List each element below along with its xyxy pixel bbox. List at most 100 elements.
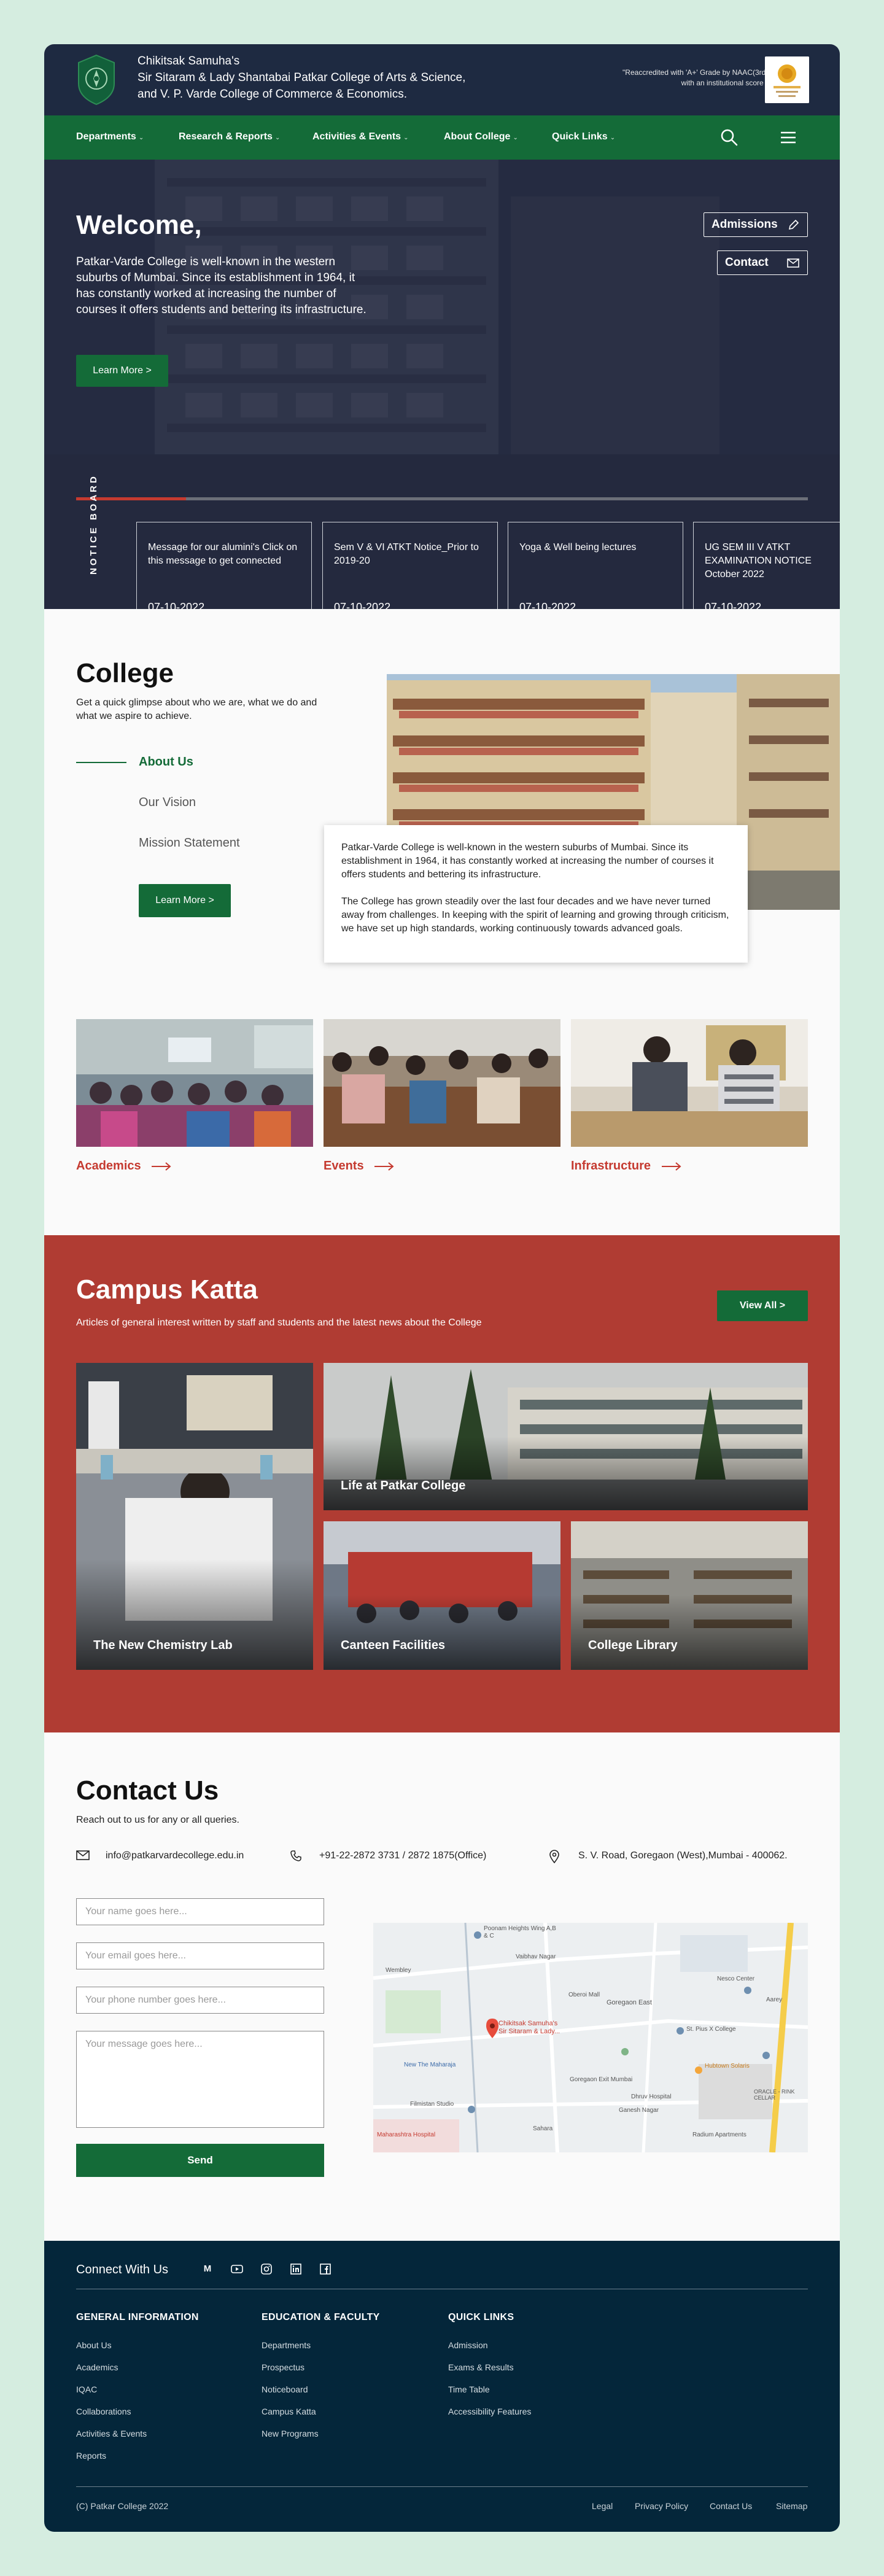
footer-link[interactable]: Time Table xyxy=(448,2384,490,2394)
footer-link[interactable]: Accessibility Features xyxy=(448,2407,531,2416)
katta-card-chemistry-lab[interactable]: The New Chemistry Lab xyxy=(76,1363,313,1670)
chevron-down-icon: ⌄ xyxy=(610,134,616,141)
events-image[interactable] xyxy=(324,1019,560,1147)
footer-link[interactable]: IQAC xyxy=(76,2384,97,2394)
katta-card-title: The New Chemistry Lab xyxy=(93,1639,233,1652)
location-map[interactable]: Chikitsak Samuha's Sir Sitaram & Lady...… xyxy=(373,1923,808,2152)
phone-input[interactable]: Your phone number goes here... xyxy=(76,1987,324,2014)
campus-katta-subtitle: Articles of general interest written by … xyxy=(76,1317,482,1328)
events-link-label: Events xyxy=(324,1159,364,1173)
events-link[interactable]: Events xyxy=(324,1159,394,1173)
college-logo-icon[interactable] xyxy=(76,54,117,106)
phone-icon xyxy=(290,1850,301,1861)
footer-privacy-link[interactable]: Privacy Policy xyxy=(635,2501,688,2511)
message-textarea[interactable]: Your message goes here... xyxy=(76,2031,324,2128)
contact-address-text: S. V. Road, Goregaon (West),Mumbai - 400… xyxy=(578,1850,788,1861)
map-label: Vaibhav Nagar xyxy=(516,1953,556,1960)
katta-card-library[interactable]: College Library xyxy=(571,1521,808,1670)
academics-link[interactable]: Academics xyxy=(76,1159,171,1173)
footer-sitemap-link[interactable]: Sitemap xyxy=(776,2501,807,2511)
arrow-right-icon xyxy=(661,1162,681,1171)
infrastructure-link-label: Infrastructure xyxy=(571,1159,651,1173)
nav-item-research-reports[interactable]: Research & Reports ⌄ xyxy=(179,131,280,142)
katta-card-title: Canteen Facilities xyxy=(341,1639,446,1652)
connect-label: Connect With Us xyxy=(76,2263,169,2276)
notice-card[interactable]: Message for our alumini's Click on this … xyxy=(136,522,312,609)
nav-item-quick-links[interactable]: Quick Links ⌄ xyxy=(552,131,615,142)
notice-card[interactable]: Yoga & Well being lectures 07-10-2022 xyxy=(508,522,683,609)
site-page: Chikitsak Samuha's Sir Sitaram & Lady Sh… xyxy=(44,44,840,2532)
nav-item-departments[interactable]: Departments ⌄ xyxy=(76,131,144,142)
notice-card[interactable]: UG SEM III V ATKT EXAMINATION NOTICE Oct… xyxy=(693,522,840,609)
college-title: College xyxy=(76,658,174,688)
footer-link[interactable]: Collaborations xyxy=(76,2407,131,2416)
mail-icon xyxy=(76,1850,90,1860)
linkedin-icon[interactable] xyxy=(290,2263,302,2275)
view-all-button[interactable]: View All > xyxy=(717,1290,808,1321)
footer-link[interactable]: Noticeboard xyxy=(262,2384,308,2394)
medium-icon[interactable]: M xyxy=(201,2263,214,2275)
map-label: Aarey xyxy=(766,1996,783,2003)
nav-item-activities-events[interactable]: Activities & Events ⌄ xyxy=(312,131,408,142)
main-nav: Departments ⌄ Research & Reports ⌄ Activit… xyxy=(44,115,840,160)
contact-label: Contact xyxy=(725,256,769,269)
tab-about-us[interactable]: About Us xyxy=(139,755,193,769)
email-input[interactable]: Your email goes here... xyxy=(76,1942,324,1969)
academics-image[interactable] xyxy=(76,1019,313,1147)
footer-link[interactable]: Departments xyxy=(262,2340,311,2350)
menu-icon[interactable] xyxy=(778,128,798,147)
college-learn-more-button[interactable]: Learn More > xyxy=(139,884,231,917)
mail-icon xyxy=(787,258,799,268)
footer-contact-link[interactable]: Contact Us xyxy=(710,2501,752,2511)
youtube-icon[interactable] xyxy=(231,2263,243,2275)
notice-date: 07-10-2022 xyxy=(148,601,205,609)
tab-mission-statement[interactable]: Mission Statement xyxy=(139,836,240,850)
nav-item-about-college[interactable]: About College ⌄ xyxy=(444,131,518,142)
footer-col-title: QUICK LINKS xyxy=(448,2312,514,2322)
search-icon[interactable] xyxy=(719,128,739,147)
footer-link[interactable]: New Programs xyxy=(262,2429,319,2438)
footer-link[interactable]: Exams & Results xyxy=(448,2362,514,2372)
infrastructure-link[interactable]: Infrastructure xyxy=(571,1159,681,1173)
footer-legal-link[interactable]: Legal xyxy=(592,2501,613,2511)
send-button[interactable]: Send xyxy=(76,2144,324,2177)
katta-card-life-at-patkar[interactable]: Life at Patkar College xyxy=(324,1363,808,1510)
accreditation-line-2: with an institutional score of 3.53" xyxy=(681,79,791,87)
katta-card-canteen[interactable]: Canteen Facilities xyxy=(324,1521,560,1670)
name-input[interactable]: Your name goes here... xyxy=(76,1898,324,1925)
admissions-button[interactable]: Admissions xyxy=(704,212,808,237)
footer-link[interactable]: Academics xyxy=(76,2362,118,2372)
instagram-icon[interactable] xyxy=(260,2263,273,2275)
hero-learn-more-button[interactable]: Learn More > xyxy=(76,355,168,387)
infrastructure-image[interactable] xyxy=(571,1019,808,1147)
tab-our-vision[interactable]: Our Vision xyxy=(139,796,196,810)
footer-link[interactable]: Admission xyxy=(448,2340,488,2350)
footer-link[interactable]: Activities & Events xyxy=(76,2429,147,2438)
footer-link[interactable]: Reports xyxy=(76,2451,106,2461)
footer-link[interactable]: About Us xyxy=(76,2340,112,2350)
college-name-line-1: Chikitsak Samuha's xyxy=(138,55,240,68)
top-header: Chikitsak Samuha's Sir Sitaram & Lady Sh… xyxy=(44,44,840,115)
contact-button[interactable]: Contact xyxy=(717,250,808,275)
footer-col-title: EDUCATION & FACULTY xyxy=(262,2312,380,2322)
nav-label: About College xyxy=(444,131,511,142)
hero-section: Welcome, Patkar-Varde College is well-kn… xyxy=(44,160,840,609)
contact-phone[interactable]: +91-22-2872 3731 / 2872 1875(Office) xyxy=(290,1850,486,1861)
facebook-icon[interactable] xyxy=(319,2263,332,2275)
arrow-right-icon xyxy=(152,1162,171,1171)
accreditation-text: "Reaccredited with 'A+' Grade by NAAC(3r… xyxy=(548,68,791,88)
nav-label: Quick Links xyxy=(552,131,608,142)
footer-link[interactable]: Prospectus xyxy=(262,2362,304,2372)
chevron-down-icon: ⌄ xyxy=(274,134,281,141)
notice-card[interactable]: Sem V & VI ATKT Notice_Prior to 2019-20 … xyxy=(322,522,498,609)
notice-date: 07-10-2022 xyxy=(519,601,576,609)
map-label: St. Pius X College xyxy=(686,2026,736,2033)
map-label: Goregaon Exit Mumbai xyxy=(570,2076,633,2083)
contact-email[interactable]: info@patkarvardecollege.edu.in xyxy=(76,1850,244,1861)
map-label: Sahara xyxy=(533,2125,553,2132)
active-tab-indicator xyxy=(76,762,126,763)
footer-col-title: GENERAL INFORMATION xyxy=(76,2312,199,2322)
notice-title: Sem V & VI ATKT Notice_Prior to 2019-20 xyxy=(334,542,479,566)
contact-subtitle: Reach out to us for any or all queries. xyxy=(76,1815,239,1825)
footer-link[interactable]: Campus Katta xyxy=(262,2407,316,2416)
